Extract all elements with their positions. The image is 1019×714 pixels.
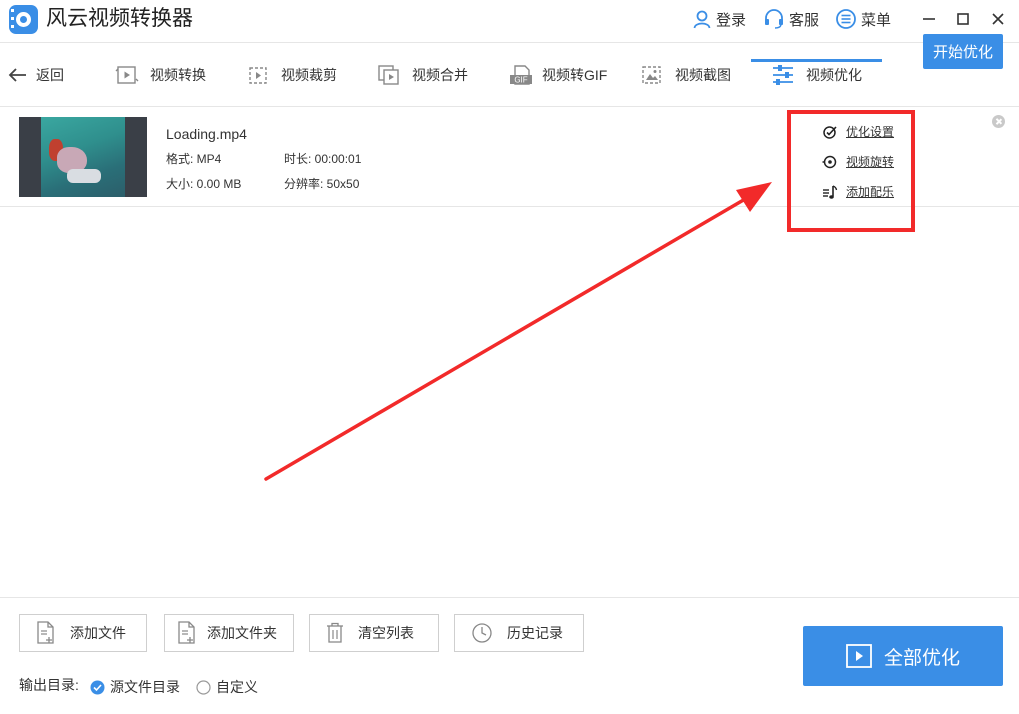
add-file-icon [37, 621, 54, 644]
trash-icon [327, 622, 343, 643]
unchecked-radio-icon [196, 679, 211, 695]
history-label: 历史记录 [507, 625, 563, 641]
output-dir-label: 输出目录: [19, 677, 79, 693]
history-button[interactable]: 历史记录 [454, 614, 584, 652]
clock-icon [472, 623, 492, 643]
output-source-dir-label: 源文件目录 [110, 679, 180, 695]
add-file-button[interactable]: 添加文件 [19, 614, 147, 652]
add-folder-label: 添加文件夹 [207, 625, 277, 641]
clear-list-label: 清空列表 [358, 625, 414, 641]
add-file-label: 添加文件 [70, 625, 126, 641]
output-custom-radio[interactable]: 自定义 [196, 677, 258, 697]
optimize-all-button[interactable]: 全部优化 [803, 626, 1003, 686]
output-custom-label: 自定义 [216, 679, 258, 695]
add-folder-button[interactable]: 添加文件夹 [164, 614, 294, 652]
optimize-all-label: 全部优化 [883, 647, 960, 669]
add-folder-icon [178, 621, 195, 644]
play-icon [846, 644, 872, 668]
clear-list-button[interactable]: 清空列表 [309, 614, 439, 652]
output-source-dir-radio[interactable]: 源文件目录 [90, 677, 180, 697]
checked-radio-icon [90, 680, 105, 694]
